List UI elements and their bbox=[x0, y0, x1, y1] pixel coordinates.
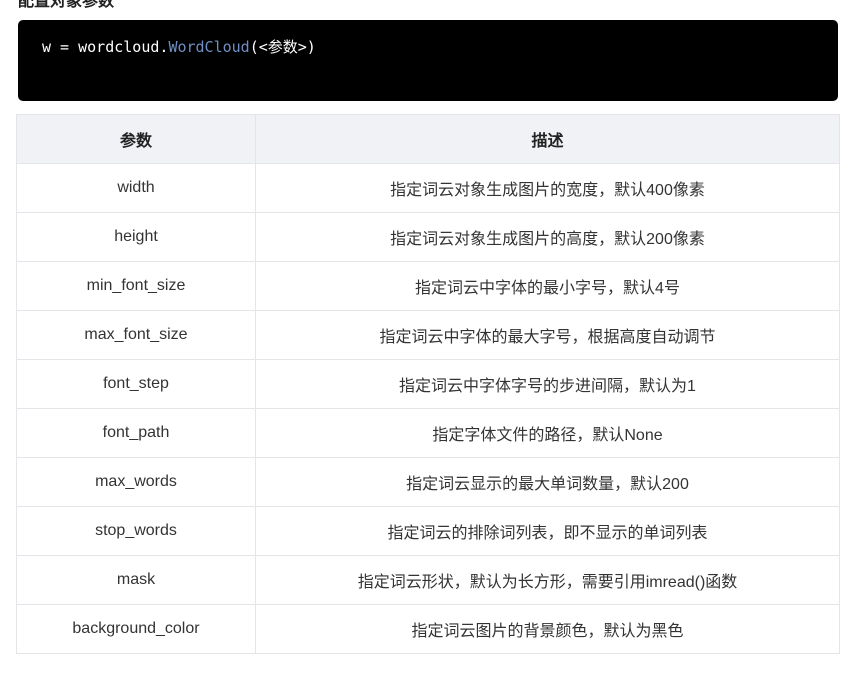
param-name: mask bbox=[16, 555, 256, 605]
table-row: max_words 指定词云显示的最大单词数量，默认200 bbox=[16, 457, 840, 507]
table-row: min_font_size 指定词云中字体的最小字号，默认4号 bbox=[16, 261, 840, 311]
header-param: 参数 bbox=[16, 114, 256, 164]
code-block: w = wordcloud.WordCloud(<参数>) bbox=[18, 20, 838, 101]
param-description: 指定词云中字体的最大字号，根据高度自动调节 bbox=[255, 310, 840, 360]
table-row: max_font_size 指定词云中字体的最大字号，根据高度自动调节 bbox=[16, 310, 840, 360]
param-description: 指定字体文件的路径，默认None bbox=[255, 408, 840, 458]
param-name: height bbox=[16, 212, 256, 262]
code-function-name: WordCloud bbox=[168, 38, 250, 56]
param-name: width bbox=[16, 163, 256, 213]
param-description: 指定词云图片的背景颜色，默认为黑色 bbox=[255, 604, 840, 654]
parameters-table: 参数 描述 width 指定词云对象生成图片的宽度，默认400像素 height… bbox=[16, 114, 840, 654]
table-row: height 指定词云对象生成图片的高度，默认200像素 bbox=[16, 212, 840, 262]
param-name: min_font_size bbox=[16, 261, 256, 311]
param-name: max_words bbox=[16, 457, 256, 507]
code-suffix: (<参数>) bbox=[249, 38, 316, 56]
header-description: 描述 bbox=[255, 114, 840, 164]
param-name: font_path bbox=[16, 408, 256, 458]
table-row: stop_words 指定词云的排除词列表，即不显示的单词列表 bbox=[16, 506, 840, 556]
table-row: width 指定词云对象生成图片的宽度，默认400像素 bbox=[16, 163, 840, 213]
table-row: mask 指定词云形状，默认为长方形，需要引用imread()函数 bbox=[16, 555, 840, 605]
param-name: font_step bbox=[16, 359, 256, 409]
param-description: 指定词云中字体的最小字号，默认4号 bbox=[255, 261, 840, 311]
table-row: font_step 指定词云中字体字号的步进间隔，默认为1 bbox=[16, 359, 840, 409]
table-row: font_path 指定字体文件的路径，默认None bbox=[16, 408, 840, 458]
param-name: max_font_size bbox=[16, 310, 256, 360]
code-prefix: w = wordcloud. bbox=[42, 38, 169, 56]
param-description: 指定词云的排除词列表，即不显示的单词列表 bbox=[255, 506, 840, 556]
param-name: background_color bbox=[16, 604, 256, 654]
param-name: stop_words bbox=[16, 506, 256, 556]
param-description: 指定词云显示的最大单词数量，默认200 bbox=[255, 457, 840, 507]
table-row: background_color 指定词云图片的背景颜色，默认为黑色 bbox=[16, 604, 840, 654]
param-description: 指定词云对象生成图片的宽度，默认400像素 bbox=[255, 163, 840, 213]
table-header-row: 参数 描述 bbox=[16, 114, 840, 164]
param-description: 指定词云形状，默认为长方形，需要引用imread()函数 bbox=[255, 555, 840, 605]
section-heading: 配置对象参数 bbox=[18, 0, 115, 10]
param-description: 指定词云对象生成图片的高度，默认200像素 bbox=[255, 212, 840, 262]
param-description: 指定词云中字体字号的步进间隔，默认为1 bbox=[255, 359, 840, 409]
